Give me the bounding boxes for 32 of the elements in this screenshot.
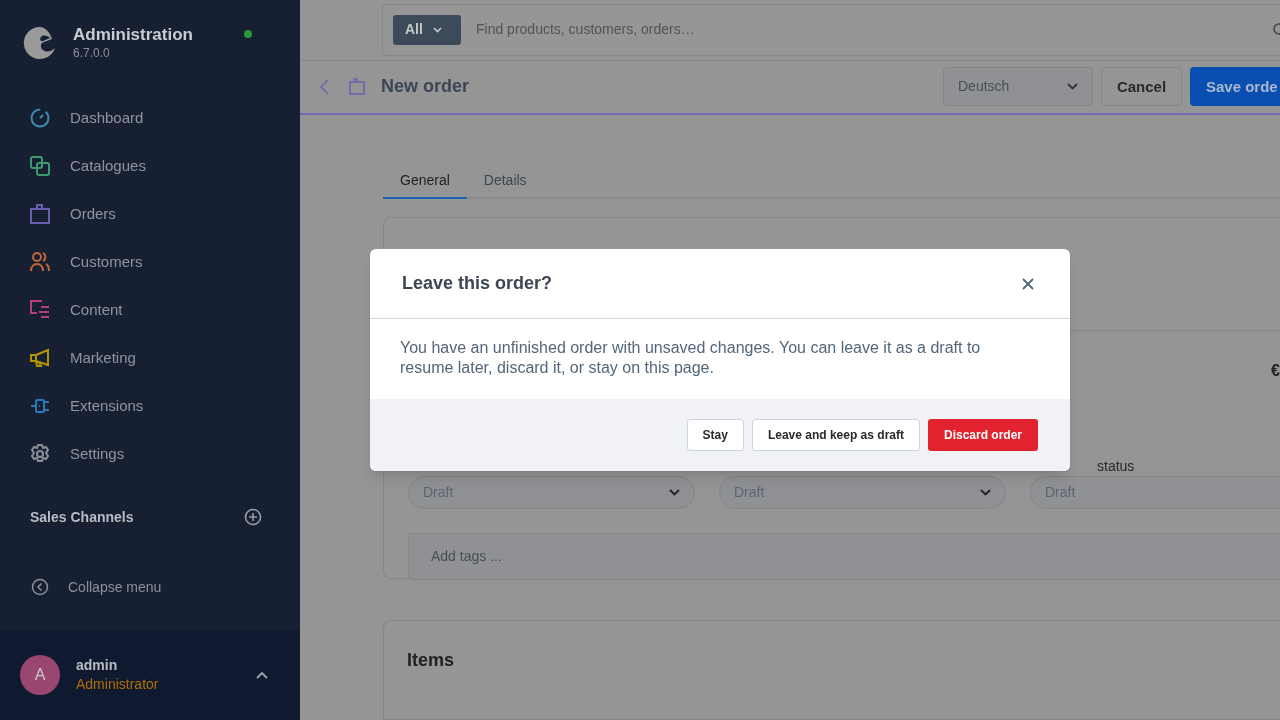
card-title: Items <box>407 650 455 670</box>
user-name: admin <box>76 656 119 674</box>
cancel-button[interactable]: Cancel <box>1101 67 1182 107</box>
nav-item[interactable]: Catalogues <box>0 142 300 190</box>
app-title: Administration <box>73 24 193 46</box>
save-button[interactable]: Save orde <box>1190 67 1280 107</box>
page-title: New order <box>381 75 470 99</box>
field-label: status <box>1097 458 1135 474</box>
tab[interactable]: Details <box>466 163 544 199</box>
nav-item[interactable]: Content <box>0 286 300 334</box>
nav-item[interactable]: Dashboard <box>0 94 300 142</box>
scope-dropdown[interactable]: All <box>393 14 461 45</box>
version-label: 6.7.0.0 <box>73 46 111 60</box>
nav-item[interactable]: Settings <box>0 430 300 478</box>
dialog-title: Leave this order? <box>402 272 553 295</box>
dialog-message: You have an unfinished order with unsaved changes. You can leave it as a draft to resume later, discard it, or stay on this page. <box>400 338 982 378</box>
search-field[interactable]: All Find products, customers, orders… <box>382 3 1280 56</box>
user-role: Administrator <box>76 675 159 694</box>
language-select[interactable]: Deutsch <box>943 67 1093 107</box>
dialog-button[interactable]: Leave and keep as draft <box>751 419 920 451</box>
nav-item[interactable]: Customers <box>0 238 300 286</box>
nav-item[interactable]: Extensions <box>0 382 300 430</box>
discard-button[interactable]: Discard order <box>927 419 1038 451</box>
dialog-button[interactable]: Stay <box>686 419 744 451</box>
amount-label: € <box>1271 361 1280 381</box>
nav-item[interactable]: Marketing <box>0 334 300 382</box>
collapse-menu-link[interactable]: Collapse menu <box>68 576 162 598</box>
nav-item[interactable]: Orders <box>0 190 300 238</box>
avatar: A <box>20 655 60 695</box>
section-heading: Sales Channels <box>30 507 134 527</box>
search-placeholder: Find products, customers, orders… <box>476 20 695 40</box>
tab[interactable]: General <box>383 163 467 199</box>
